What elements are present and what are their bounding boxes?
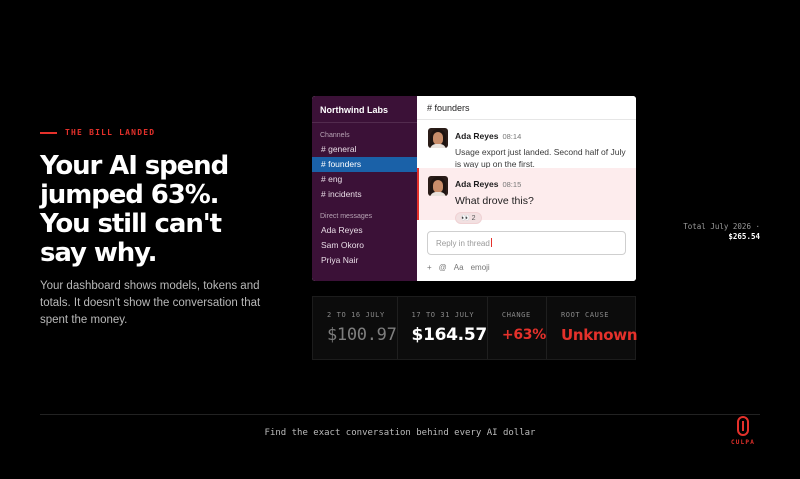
- message-text: Usage export just landed. Second half of…: [455, 147, 626, 169]
- dm-label: Direct messages: [320, 213, 373, 220]
- stats-strip: 2 TO 16 JULY $100.97 17 TO 31 JULY $164.…: [312, 296, 638, 360]
- eyebrow: THE BILL LANDED: [40, 128, 155, 137]
- stat-value: Unknown: [560, 326, 638, 344]
- eyebrow-rule: [40, 131, 57, 134]
- headline-line: jumped 63%.: [40, 180, 220, 210]
- stat-label: CHANGE: [501, 311, 531, 319]
- message: Ada Reyes 08:14 Usage export just landed.…: [417, 120, 636, 169]
- hero-subtext: Your dashboard shows models, tokens and …: [40, 280, 261, 326]
- brand-logo[interactable]: CULPA: [728, 416, 758, 446]
- format-icon[interactable]: Aa: [454, 263, 464, 272]
- reply-input[interactable]: Reply in thread: [427, 231, 626, 255]
- headline: Your AI spend jumped 63%. You still can'…: [40, 152, 290, 268]
- culpa-logo-icon: [737, 416, 749, 436]
- chat-sidebar: Northwind Labs Channels # general # foun…: [312, 96, 417, 281]
- reply-placeholder: Reply in thread: [436, 239, 490, 248]
- sidebar-item-dm-sam[interactable]: Sam Okoro: [312, 238, 417, 253]
- sidebar-item-dm-priya[interactable]: Priya Nair: [312, 253, 417, 268]
- stat-second-half: 17 TO 31 JULY $164.57: [398, 297, 488, 359]
- composer-toolbar: + @ Aa emoji: [427, 263, 490, 272]
- stat-value: +63%: [501, 327, 546, 343]
- stat-value: $164.57: [411, 325, 488, 345]
- sidebar-item-incidents[interactable]: # incidents: [312, 187, 417, 202]
- sidebar-item-dm-ada[interactable]: Ada Reyes: [312, 223, 417, 238]
- stat-root-cause: ROOT CAUSE Unknown: [547, 297, 638, 359]
- tooltip-value: $265.54: [728, 232, 760, 241]
- stat-label: 2 TO 16 JULY: [327, 311, 385, 319]
- reaction-eyes[interactable]: 👀 2: [455, 212, 482, 224]
- sidebar-item-founders[interactable]: # founders: [312, 157, 417, 172]
- message-text: What drove this?: [455, 195, 534, 207]
- footer-tagline: Find the exact conversation behind every…: [264, 428, 536, 438]
- headline-line: You still can't: [40, 209, 222, 239]
- tooltip-label: Total July 2026 ·: [683, 222, 760, 231]
- message-time: 08:14: [502, 132, 522, 141]
- chat-main: # founders Ada Reyes 08:14 Usage export j…: [417, 96, 636, 281]
- eyebrow-text: THE BILL LANDED: [65, 128, 156, 137]
- channel-header: # founders: [417, 96, 636, 120]
- sidebar-item-eng[interactable]: # eng: [312, 172, 417, 187]
- text-caret: [490, 238, 492, 247]
- stat-first-half: 2 TO 16 JULY $100.97: [313, 297, 398, 359]
- message-author[interactable]: Ada Reyes: [455, 179, 498, 189]
- total-tooltip: Total July 2026 · $265.54: [683, 222, 760, 242]
- workspace-name[interactable]: Northwind Labs: [312, 96, 417, 123]
- emoji-button[interactable]: emoji: [471, 263, 490, 272]
- highlighted-message: Ada Reyes 08:15 What drove this? 👀 2: [417, 168, 636, 224]
- avatar[interactable]: [428, 128, 448, 148]
- stat-change: CHANGE +63%: [488, 297, 547, 359]
- stat-label: ROOT CAUSE: [560, 311, 610, 319]
- avatar[interactable]: [428, 176, 448, 196]
- headline-line: say why.: [40, 238, 157, 268]
- mention-icon[interactable]: @: [439, 263, 447, 272]
- plus-icon[interactable]: +: [427, 263, 432, 272]
- stat-label: 17 TO 31 JULY: [411, 311, 475, 319]
- footer-divider: [40, 414, 760, 415]
- channels-label: Channels: [320, 132, 350, 139]
- message-author[interactable]: Ada Reyes: [455, 131, 498, 141]
- headline-line: Your AI spend: [40, 151, 229, 181]
- message-time: 08:15: [502, 180, 522, 189]
- stat-value: $100.97: [327, 325, 397, 345]
- brand-wordmark: CULPA: [730, 439, 756, 446]
- chat-window: Northwind Labs Channels # general # foun…: [312, 96, 636, 281]
- sidebar-item-general[interactable]: # general: [312, 142, 417, 157]
